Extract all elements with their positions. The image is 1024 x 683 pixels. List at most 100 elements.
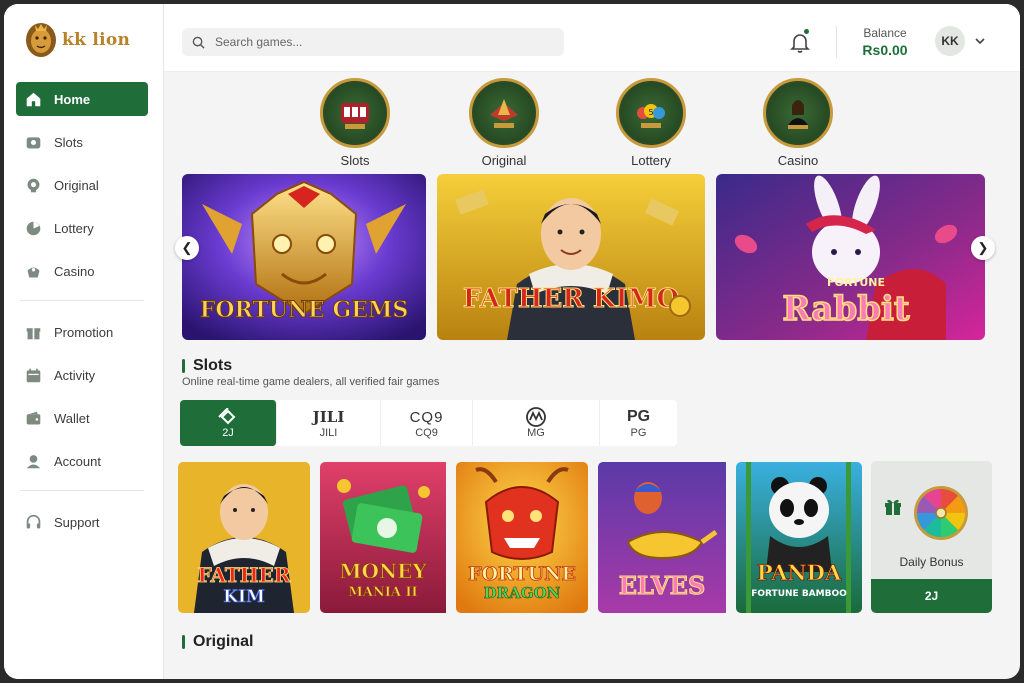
casino-icon (27, 267, 40, 277)
section-accent-bar (182, 359, 185, 373)
category-casino[interactable]: Casino (761, 78, 835, 168)
section-title-text: Original (193, 633, 254, 650)
banner-fortune-gems[interactable]: FORTUNE GEMS (182, 174, 426, 340)
sidebar-item-label: Home (54, 91, 91, 107)
category-label: Original (481, 153, 527, 168)
brand-name: kk lion (62, 30, 131, 50)
balance-value: Rs0.00 (862, 42, 908, 58)
prize-wheel-icon (914, 486, 968, 540)
wallet-icon (26, 411, 41, 424)
slots-icon (26, 136, 41, 148)
gift-icon (885, 499, 901, 515)
search-box[interactable] (182, 28, 564, 56)
daily-bonus-label: Daily Bonus (899, 555, 964, 569)
sidebar-item-slots[interactable]: Slots (16, 125, 148, 159)
sidebar-item-label: Account (54, 453, 101, 469)
provider-label: JILI (319, 427, 338, 439)
top-bar: Balance Rs0.00 KK (164, 4, 1020, 72)
game-card-fortune-dragon[interactable]: FORTUNE DRAGON (456, 462, 588, 613)
section-subtitle: Online real-time game dealers, all verif… (182, 376, 440, 388)
lion-logo-icon (26, 23, 56, 57)
sidebar: kk lion Home Slots Original Lottery Casi… (4, 4, 164, 679)
category-original[interactable]: Original (467, 78, 541, 168)
sidebar-item-account[interactable]: Account (16, 444, 148, 478)
banner-fortune-rabbit[interactable]: FORTUNE Rabbit (716, 174, 985, 340)
game-subtitle: MANIA II (348, 585, 417, 600)
nav-divider (20, 300, 144, 301)
carousel-next-button[interactable]: ❯ (971, 236, 995, 260)
provider-label: MG (527, 427, 545, 439)
game-title: FATHER (197, 563, 290, 587)
sidebar-item-activity[interactable]: Activity (16, 358, 148, 392)
category-row: Slots Original 5 Lottery Casino (164, 72, 1020, 170)
sidebar-item-label: Promotion (54, 324, 114, 340)
game-card-elves[interactable]: ELVES (598, 462, 730, 613)
sidebar-item-label: Slots (54, 134, 83, 150)
jili-logo: JILI (312, 408, 345, 426)
tab-provider-2j[interactable]: 2J (180, 400, 277, 446)
tab-provider-mg[interactable]: MG (473, 400, 600, 446)
sidebar-item-lottery[interactable]: Lottery (16, 211, 148, 245)
sidebar-item-label: Original (54, 177, 99, 193)
gift-icon (26, 327, 41, 339)
category-label: Lottery (631, 153, 671, 168)
calendar-icon (26, 368, 41, 382)
sidebar-item-promotion[interactable]: Promotion (16, 315, 148, 349)
sidebar-item-wallet[interactable]: Wallet (16, 401, 148, 435)
bell-icon[interactable] (790, 32, 810, 54)
search-input[interactable] (215, 35, 535, 49)
sidebar-item-casino[interactable]: Casino (16, 254, 148, 288)
game-card-father-kim[interactable]: FATHER KIM (178, 462, 310, 613)
tab-provider-cq9[interactable]: CQ9 CQ9 (381, 400, 473, 446)
balance-display: Balance Rs0.00 (854, 26, 916, 58)
provider-label: CQ9 (415, 427, 438, 439)
search-icon (192, 36, 205, 49)
avatar[interactable]: KK (935, 26, 965, 56)
category-lottery[interactable]: 5 Lottery (614, 78, 688, 168)
chevron-right-icon: ❯ (977, 240, 989, 255)
category-label: Slots (340, 153, 370, 168)
game-title: MONEY (339, 559, 427, 583)
category-label: Casino (777, 153, 819, 168)
chevron-down-icon[interactable] (975, 37, 985, 45)
sidebar-item-label: Lottery (54, 220, 94, 236)
carousel-prev-button[interactable]: ❮ (175, 236, 199, 260)
game-subtitle: KIM (223, 587, 265, 607)
section-title-slots: Slots (182, 357, 232, 375)
lottery-coin-icon: 5 (616, 78, 686, 148)
headset-icon (26, 514, 41, 528)
sidebar-item-label: Wallet (54, 410, 90, 426)
sidebar-item-label: Activity (54, 367, 96, 383)
game-card-money-mania[interactable]: MONEY MANIA II (320, 462, 452, 613)
tab-provider-pg[interactable]: PG PG (600, 400, 677, 446)
game-card-panda[interactable]: PANDA FORTUNE BAMBOO (736, 462, 862, 613)
game-subtitle: DRAGON (484, 584, 561, 602)
sidebar-item-label: Casino (54, 263, 95, 279)
app-window: kk lion Home Slots Original Lottery Casi… (4, 4, 1020, 679)
game-title: PANDA (757, 560, 842, 585)
original-icon (27, 178, 40, 192)
section-title-text: Slots (193, 357, 233, 374)
banner-title: FORTUNE GEMS (200, 297, 409, 323)
notification-dot (804, 29, 809, 34)
sidebar-item-original[interactable]: Original (16, 168, 148, 202)
sidebar-item-label: Support (54, 514, 100, 530)
game-title: FORTUNE (468, 563, 576, 585)
sidebar-item-home[interactable]: Home (16, 82, 148, 116)
chevron-left-icon: ❮ (181, 240, 193, 255)
original-coin-icon (469, 78, 539, 148)
banner-title: Rabbit (782, 289, 910, 329)
daily-bonus-card[interactable]: Daily Bonus 2J (871, 461, 992, 613)
category-slots[interactable]: Slots (318, 78, 392, 168)
banner-title: FATHER KIMO (463, 284, 679, 314)
provider-label: PG (630, 427, 647, 439)
banner-subtitle: FORTUNE (827, 276, 885, 289)
sidebar-item-support[interactable]: Support (16, 505, 148, 539)
banner-father-kimo[interactable]: FATHER KIMO (437, 174, 705, 340)
tab-provider-jili[interactable]: JILI JILI (277, 400, 381, 446)
home-icon (26, 92, 41, 106)
nav-divider (20, 490, 144, 491)
brand-logo[interactable]: kk lion (24, 20, 130, 60)
pg-logo: PG (626, 408, 651, 425)
daily-bonus-button[interactable]: 2J (871, 579, 992, 613)
